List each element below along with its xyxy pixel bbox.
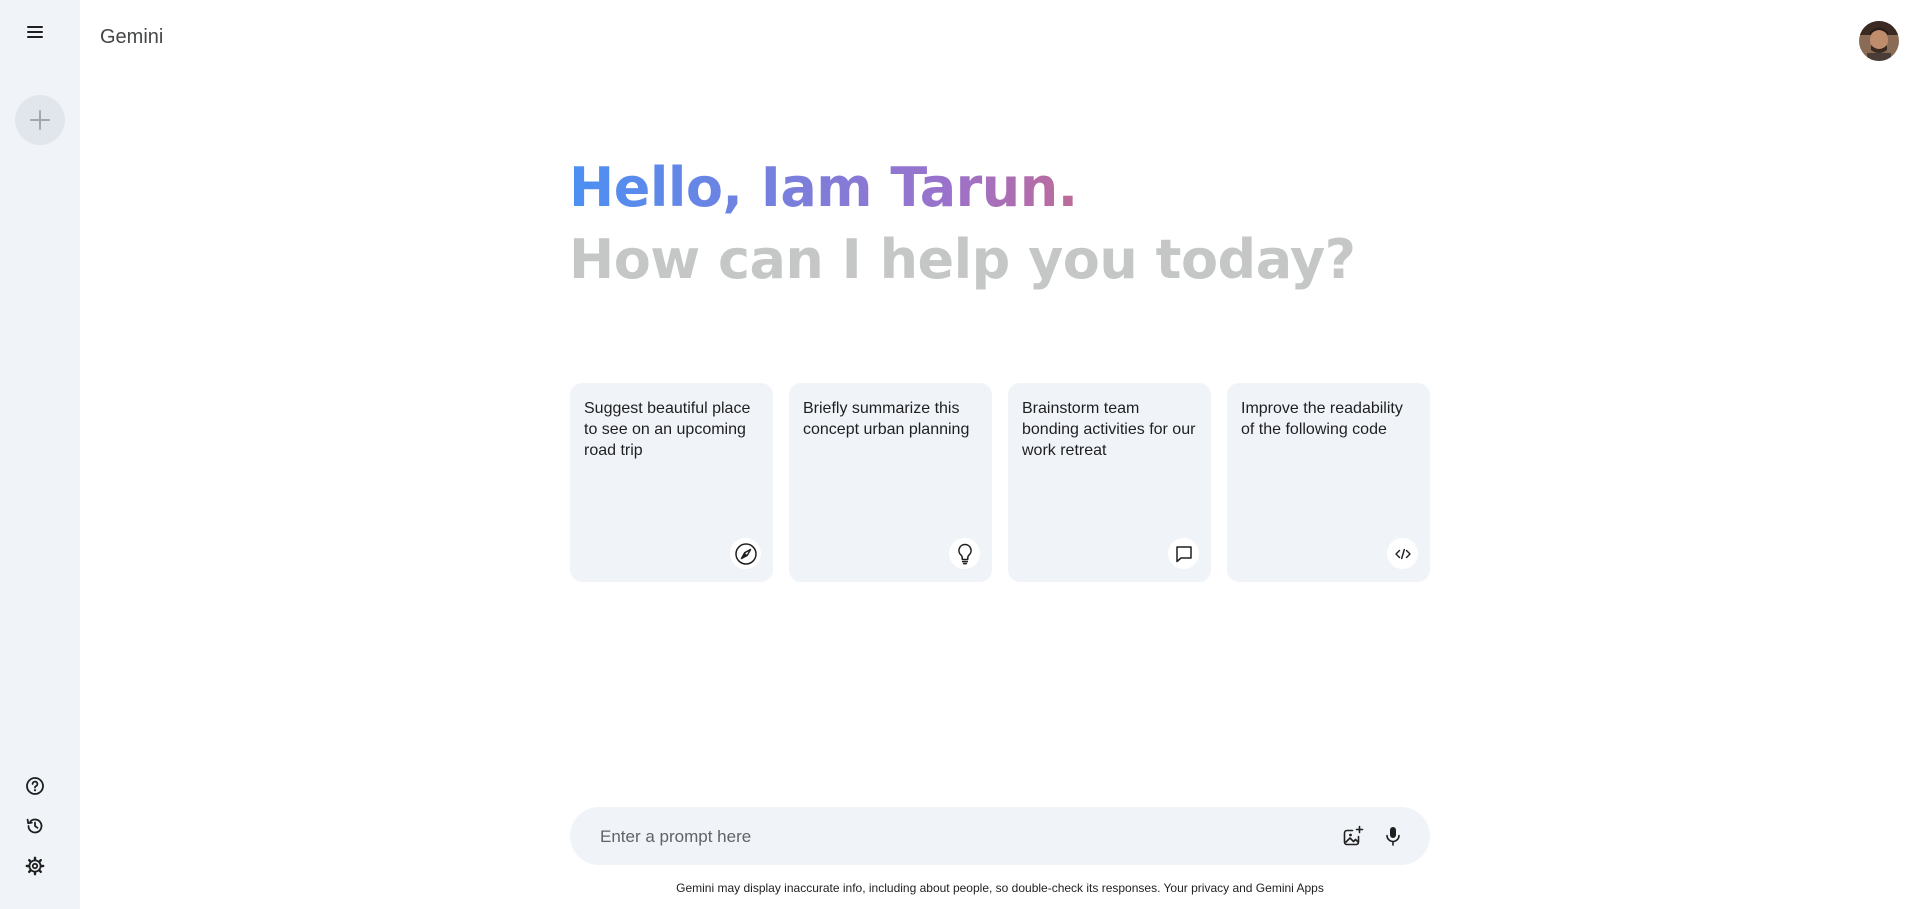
prompt-bar [570, 807, 1430, 867]
card-text: Suggest beautiful place to see on an upc… [584, 400, 751, 459]
suggestion-cards: Suggest beautiful place to see on an upc… [570, 383, 1430, 582]
message-icon [1175, 545, 1192, 562]
avatar[interactable] [1859, 21, 1899, 61]
history-icon [26, 818, 43, 834]
prompt-input[interactable] [598, 807, 1322, 867]
menu-icon-bar [27, 26, 43, 28]
sidebar [0, 0, 80, 909]
card-icon-badge [949, 538, 980, 569]
card-text: Brainstorm team bonding activities for o… [1022, 400, 1196, 459]
suggestion-card-urban-planning[interactable]: Briefly summarize this concept urban pla… [789, 383, 992, 582]
suggestion-card-code-readability[interactable]: Improve the readability of the following… [1227, 383, 1430, 582]
app-title: Gemini [100, 26, 164, 48]
card-text: Improve the readability of the following… [1241, 400, 1403, 438]
menu-icon-bar [27, 31, 43, 33]
plus-icon [30, 110, 50, 130]
card-icon-badge [1387, 538, 1418, 569]
disclaimer: Gemini may display inaccurate info, incl… [676, 881, 1324, 895]
settings-button[interactable] [24, 855, 46, 877]
help-button[interactable] [24, 775, 46, 797]
card-text: Briefly summarize this concept urban pla… [803, 400, 970, 438]
compass-icon [734, 542, 757, 565]
card-icon-badge [1168, 538, 1199, 569]
image-upload-icon [1343, 825, 1364, 846]
menu-button[interactable] [22, 23, 48, 45]
microphone-button[interactable] [1380, 823, 1406, 849]
code-icon [1394, 548, 1411, 559]
menu-icon-bar [27, 36, 43, 38]
history-button[interactable] [24, 815, 46, 837]
greeting-subtitle: How can I help you today? [569, 228, 1356, 291]
lightbulb-icon [957, 543, 972, 564]
settings-icon [25, 856, 45, 876]
image-upload-button[interactable] [1340, 823, 1366, 849]
suggestion-card-team-bonding[interactable]: Brainstorm team bonding activities for o… [1008, 383, 1211, 582]
suggestion-card-road-trip[interactable]: Suggest beautiful place to see on an upc… [570, 383, 773, 582]
greeting: Hello, Iam Tarun. How can I help you tod… [569, 152, 1356, 296]
avatar-icon [1859, 21, 1899, 61]
help-icon [26, 777, 44, 795]
greeting-title: Hello, Iam Tarun. [569, 152, 1356, 224]
microphone-icon [1386, 827, 1400, 846]
card-icon-badge [730, 538, 761, 569]
new-chat-button[interactable] [15, 95, 65, 145]
